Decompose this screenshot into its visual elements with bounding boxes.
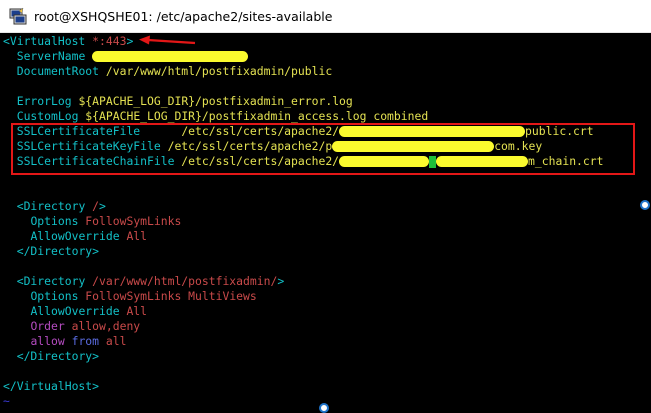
window-title: root@XSHQSHE01: /etc/apache2/sites-avail… xyxy=(34,8,333,24)
selection-handle[interactable] xyxy=(319,403,329,413)
line-documentroot: DocumentRoot /var/www/html/postfixadmin/… xyxy=(16,64,333,78)
line-options-2: Options FollowSymLinks MultiViews xyxy=(30,289,257,303)
line-errorlog: ErrorLog ${APACHE_LOG_DIR}/postfixadmin_… xyxy=(16,94,353,108)
line-servername: ServerName xyxy=(3,49,249,64)
line-allowoverride-2: AllowOverride All xyxy=(30,304,148,318)
line-directory-close-2: </Directory> xyxy=(16,349,100,363)
line-directory-postfixadmin-open: <Directory /var/www/html/postfixadmin/> xyxy=(16,274,285,288)
ssl-highlight-box xyxy=(11,123,635,175)
line-virtualhost-close: </VirtualHost> xyxy=(3,379,100,393)
line-directory-root-open: <Directory /> xyxy=(16,199,106,213)
line-directory-close-1: </Directory> xyxy=(16,244,100,258)
line-customlog: CustomLog ${APACHE_LOG_DIR}/postfixadmin… xyxy=(16,109,429,123)
line-virtualhost-open: <VirtualHost *:443> xyxy=(3,34,134,48)
line-allow-from: allow from all xyxy=(30,334,127,348)
terminal-screen[interactable]: <VirtualHost *:443> ServerName DocumentR… xyxy=(0,33,651,411)
redaction-mark xyxy=(92,51,249,62)
putty-terminal-icon xyxy=(9,7,27,25)
window-titlebar[interactable]: root@XSHQSHE01: /etc/apache2/sites-avail… xyxy=(0,0,651,33)
line-tilde: ~ xyxy=(3,394,10,408)
red-arrow-icon xyxy=(139,35,196,45)
line-order: Order allow,deny xyxy=(30,319,141,333)
selection-handle[interactable] xyxy=(640,200,650,210)
line-options-1: Options FollowSymLinks xyxy=(30,214,182,228)
line-allowoverride-1: AllowOverride All xyxy=(30,229,148,243)
